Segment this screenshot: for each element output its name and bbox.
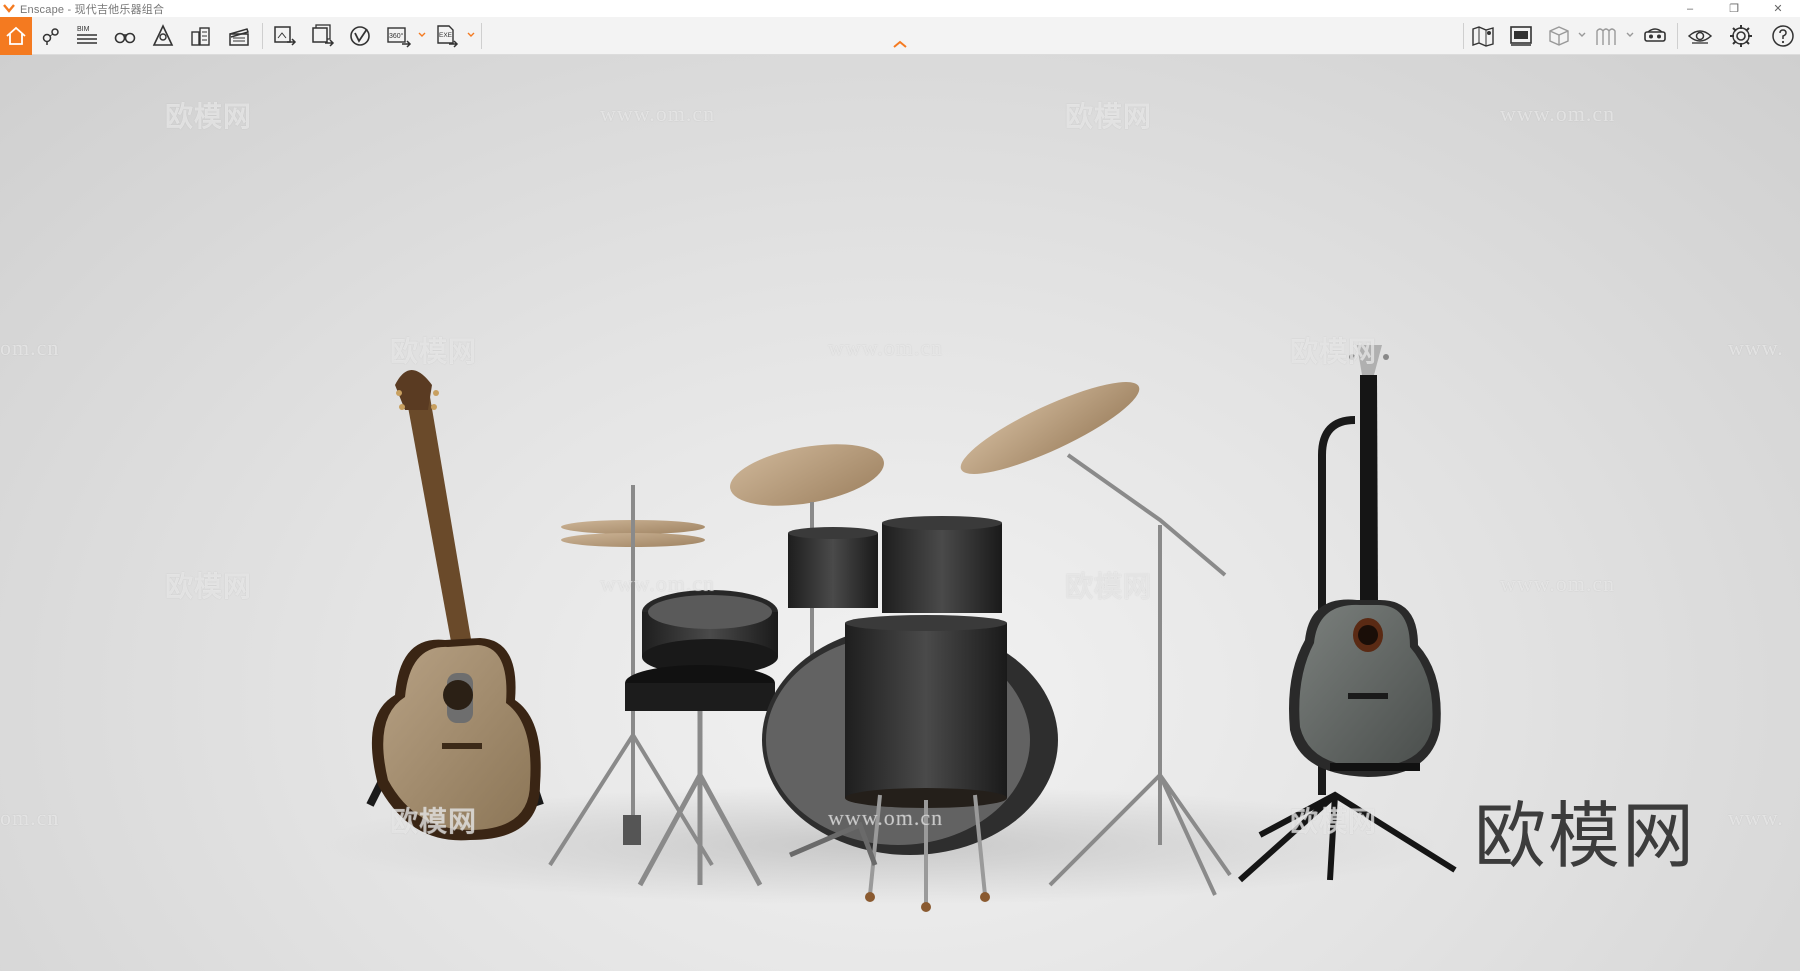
video-editor-button[interactable] bbox=[222, 17, 256, 55]
panorama-icon: 360° bbox=[387, 27, 412, 48]
window-title: Enscape - 现代吉他乐器组合 bbox=[20, 3, 165, 16]
title-bar: Enscape - 现代吉他乐器组合 – ❐ ✕ bbox=[0, 0, 1800, 17]
map-button[interactable] bbox=[1466, 17, 1500, 55]
acoustic-guitar-left bbox=[366, 370, 544, 841]
watermark-logo: 欧模网 bbox=[390, 336, 478, 367]
bim-label: BIM bbox=[77, 26, 90, 33]
settings-button[interactable] bbox=[1724, 17, 1758, 55]
export-exe-button[interactable]: EXE bbox=[430, 17, 464, 55]
batch-render-icon bbox=[312, 24, 335, 47]
map-pin-icon bbox=[42, 28, 59, 45]
watermark-logo: 欧模网 bbox=[165, 571, 253, 602]
rack-tom-right bbox=[882, 516, 1002, 613]
cube-icon bbox=[1549, 26, 1569, 46]
watermark-url: www.om.cn bbox=[600, 571, 716, 596]
watermark-url: www.om.cn bbox=[1500, 101, 1616, 126]
batch-render-button[interactable] bbox=[306, 17, 340, 55]
toolbar-separator bbox=[481, 23, 482, 49]
watermark-logo: 欧模网 bbox=[1065, 571, 1153, 602]
exe-export-icon: EXE bbox=[437, 25, 459, 48]
watermark-url: www.om.cn bbox=[828, 335, 944, 360]
bim-button[interactable]: BIM bbox=[70, 17, 104, 55]
clapperboard-icon bbox=[229, 28, 249, 46]
vr-headset-icon bbox=[1644, 28, 1666, 42]
library-icon bbox=[1596, 28, 1616, 45]
snare-drum bbox=[642, 590, 778, 675]
watermark-url: www.om.cn bbox=[1500, 571, 1616, 596]
chevron-down-icon[interactable] bbox=[1626, 31, 1634, 39]
buildings-icon bbox=[191, 27, 210, 46]
export-vr-button[interactable] bbox=[344, 17, 378, 55]
view-options-button[interactable] bbox=[1683, 17, 1717, 55]
pano-label: 360° bbox=[389, 32, 404, 40]
binoculars-icon bbox=[114, 32, 136, 44]
chevron-down-icon[interactable] bbox=[1578, 31, 1586, 39]
visual-settings-button[interactable] bbox=[1504, 17, 1538, 55]
screenshot-button[interactable] bbox=[268, 17, 302, 55]
toolbar-separator bbox=[262, 23, 263, 49]
watermark-logo: 欧模网 bbox=[1065, 101, 1153, 132]
toolbar-separator bbox=[1463, 23, 1464, 49]
eye-icon bbox=[1687, 30, 1713, 44]
toolbar-separator bbox=[1677, 23, 1678, 49]
asset-library-button[interactable] bbox=[1589, 17, 1623, 55]
chevron-up-icon[interactable] bbox=[892, 38, 908, 50]
material-editor-button[interactable] bbox=[1542, 17, 1576, 55]
bim-icon: BIM bbox=[77, 26, 97, 44]
chevron-down-icon[interactable] bbox=[418, 31, 426, 39]
watermark-url: om.cn bbox=[0, 335, 60, 360]
views-button[interactable] bbox=[108, 17, 142, 55]
watermark-url: om.cn bbox=[0, 805, 60, 830]
exe-label: EXE bbox=[439, 32, 453, 39]
chevron-down-icon[interactable] bbox=[467, 31, 475, 39]
minimize-button[interactable]: – bbox=[1668, 0, 1712, 17]
rack-tom-left bbox=[788, 527, 878, 608]
watermark-logo: 欧模网 bbox=[390, 806, 478, 837]
help-button[interactable] bbox=[1766, 17, 1800, 55]
gear-icon bbox=[1730, 25, 1752, 47]
render-image-icon bbox=[274, 26, 297, 46]
watermark-logo: 欧模网 bbox=[1290, 336, 1378, 367]
watermark-url: www. bbox=[1728, 805, 1784, 830]
enscape-logo-icon bbox=[3, 3, 15, 13]
help-icon bbox=[1772, 25, 1794, 47]
panorama-360-button[interactable]: 360° bbox=[382, 17, 416, 55]
display-settings-icon bbox=[1510, 26, 1532, 46]
restore-button[interactable]: ❐ bbox=[1712, 0, 1756, 17]
watermark-logo: 欧模网 bbox=[1290, 806, 1378, 837]
sky-button[interactable] bbox=[146, 17, 180, 55]
watermark-url: www.om.cn bbox=[600, 101, 716, 126]
render-viewport[interactable]: 欧模网 www.om.cn 欧模网 www.om.cn om.cn 欧模网 ww… bbox=[0, 55, 1800, 971]
vr-export-icon bbox=[350, 26, 370, 46]
close-button[interactable]: ✕ bbox=[1756, 0, 1800, 17]
home-icon bbox=[6, 26, 26, 45]
map-icon bbox=[1472, 26, 1494, 47]
watermark-logo: 欧模网 bbox=[165, 101, 253, 132]
watermark-url: www. bbox=[1728, 335, 1784, 360]
atmosphere-icon bbox=[152, 24, 174, 46]
watermark-logo-large: 欧模网 bbox=[1474, 794, 1697, 878]
home-button[interactable] bbox=[0, 17, 32, 55]
assets-button[interactable] bbox=[184, 17, 218, 55]
watermark-url: www.om.cn bbox=[828, 805, 944, 830]
collaborative-annotation-button[interactable] bbox=[1638, 17, 1672, 55]
window-controls: – ❐ ✕ bbox=[1668, 0, 1800, 17]
position-button[interactable] bbox=[33, 17, 67, 55]
